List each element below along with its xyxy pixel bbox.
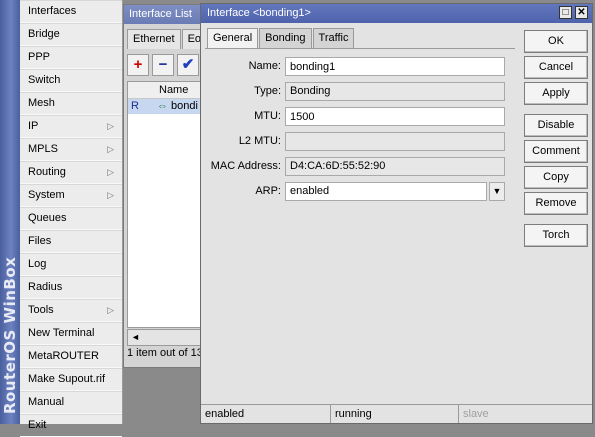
submenu-arrow-icon: ▷	[107, 167, 114, 177]
sidebar-item-log[interactable]: Log	[20, 253, 122, 276]
sidebar-item-label: New Terminal	[28, 327, 95, 339]
sidebar-item-make-supout-rif[interactable]: Make Supout.rif	[20, 368, 122, 391]
sidebar-item-manual[interactable]: Manual	[20, 391, 122, 414]
l2mtu-row: L2 MTU:	[205, 132, 515, 151]
sidebar-item-label: Routing	[28, 166, 66, 178]
dialog-title: Interface <bonding1>	[207, 7, 311, 19]
copy-button[interactable]: Copy	[524, 166, 588, 189]
name-field[interactable]	[285, 57, 505, 76]
row-flag: R	[131, 100, 139, 112]
sidebar-item-radius[interactable]: Radius	[20, 276, 122, 299]
sidebar-item-routing[interactable]: Routing ▷	[20, 161, 122, 184]
column-name[interactable]: Name	[157, 82, 188, 98]
sidebar-item-label: Exit	[28, 419, 47, 431]
comment-button[interactable]: Comment	[524, 140, 588, 163]
arp-label: ARP:	[255, 185, 281, 197]
sidebar-item-label: MetaROUTER	[28, 350, 99, 362]
submenu-arrow-icon: ▷	[107, 121, 114, 131]
add-icon[interactable]: +	[127, 54, 149, 76]
list-status: 1 item out of 13	[127, 347, 203, 359]
sidebar-item-ppp[interactable]: PPP	[20, 46, 122, 69]
interface-dialog: Interface <bonding1> □ ✕ General Bonding T…	[200, 3, 593, 424]
mac-label: MAC Address:	[210, 160, 281, 172]
ok-button[interactable]: OK	[524, 30, 588, 53]
row-name: bondi	[171, 100, 198, 112]
type-field: Bonding	[285, 82, 505, 101]
sidebar-item-exit[interactable]: Exit	[20, 414, 122, 437]
dialog-status-bar: enabled running slave	[201, 404, 592, 423]
remove-icon[interactable]: −	[152, 54, 174, 76]
status-slave: slave	[463, 408, 489, 420]
type-label: Type:	[254, 85, 281, 97]
sidebar-item-label: Bridge	[28, 28, 60, 40]
sidebar-item-label: Manual	[28, 396, 65, 408]
apply-button[interactable]: Apply	[524, 82, 588, 105]
sidebar-item-ip[interactable]: IP ▷	[20, 115, 122, 138]
sidebar-item-label: System	[28, 189, 65, 201]
name-label: Name:	[248, 60, 281, 72]
mac-row: MAC Address: D4:CA:6D:55:52:90	[205, 157, 515, 176]
type-row: Type: Bonding	[205, 82, 515, 101]
sidebar-item-label: Make Supout.rif	[28, 373, 106, 385]
mtu-field[interactable]	[285, 107, 505, 126]
sidebar-item-label: Queues	[28, 212, 67, 224]
mac-field: D4:CA:6D:55:52:90	[285, 157, 505, 176]
maximize-icon[interactable]: □	[559, 6, 572, 19]
bonding-icon: ⇔	[157, 100, 168, 112]
name-row: Name:	[205, 57, 515, 76]
sidebar-item-label: PPP	[28, 51, 51, 63]
tab-traffic[interactable]: Traffic	[312, 28, 355, 48]
tab-general[interactable]: General	[207, 28, 259, 49]
sidebar-item-system[interactable]: System ▷	[20, 184, 122, 207]
dialog-title-bar[interactable]: Interface <bonding1> □ ✕	[201, 4, 592, 23]
l2mtu-label: L2 MTU:	[238, 135, 281, 147]
cancel-button[interactable]: Cancel	[524, 56, 588, 79]
sidebar-item-switch[interactable]: Switch	[20, 69, 122, 92]
dialog-tabs: General Bonding Traffic	[207, 28, 355, 49]
sidebar-item-queues[interactable]: Queues	[20, 207, 122, 230]
sidebar-item-label: Radius	[28, 281, 63, 293]
mtu-row: MTU:	[205, 107, 515, 126]
mtu-label: MTU:	[254, 110, 281, 122]
disable-button[interactable]: Disable	[524, 114, 588, 137]
tab-bonding[interactable]: Bonding	[259, 28, 312, 48]
side-menu: Interfaces Bridge PPP Switch Mesh IP ▷ MPLS ▷ Rou…	[20, 0, 123, 437]
general-form: Name: Type: Bonding MTU: L2 MTU: MAC Add…	[205, 48, 515, 401]
sidebar-item-label: Files	[28, 235, 52, 247]
arp-row: ARP: enabled ▼	[205, 182, 515, 201]
sidebar-item-label: Interfaces	[28, 5, 77, 17]
sidebar-item-new-terminal[interactable]: New Terminal	[20, 322, 122, 345]
submenu-arrow-icon: ▷	[107, 305, 114, 315]
submenu-arrow-icon: ▷	[107, 190, 114, 200]
status-enabled: enabled	[201, 405, 331, 423]
sidebar-item-label: IP	[28, 120, 39, 132]
tab-ethernet[interactable]: Ethernet	[127, 29, 181, 49]
brand-text: RouterOS WinBox	[1, 256, 19, 414]
enable-icon[interactable]: ✔	[177, 54, 199, 76]
l2mtu-field	[285, 132, 505, 151]
sidebar-item-label: MPLS	[28, 143, 58, 155]
status-running: running	[331, 405, 459, 423]
remove-button[interactable]: Remove	[524, 192, 588, 215]
brand-strip: RouterOS WinBox	[0, 0, 20, 424]
sidebar-item-tools[interactable]: Tools ▷	[20, 299, 122, 322]
sidebar-item-label: Switch	[28, 74, 61, 86]
sidebar-item-mpls[interactable]: MPLS ▷	[20, 138, 122, 161]
sidebar-item-mesh[interactable]: Mesh	[20, 92, 122, 115]
sidebar-item-metarouter[interactable]: MetaROUTER	[20, 345, 122, 368]
submenu-arrow-icon: ▷	[107, 144, 114, 154]
sidebar-item-files[interactable]: Files	[20, 230, 122, 253]
arp-select[interactable]: enabled	[285, 182, 487, 201]
interface-list-toolbar: + − ✔	[127, 54, 202, 76]
sidebar-item-label: Mesh	[28, 97, 55, 109]
close-icon[interactable]: ✕	[575, 6, 588, 19]
dropdown-arrow-icon[interactable]: ▼	[489, 182, 505, 201]
sidebar-item-label: Log	[28, 258, 47, 270]
torch-button[interactable]: Torch	[524, 224, 588, 247]
sidebar-item-label: Tools	[28, 304, 54, 316]
sidebar-item-bridge[interactable]: Bridge	[20, 23, 122, 46]
interface-list-tabs: Ethernet Eo	[127, 29, 208, 49]
sidebar-item-interfaces[interactable]: Interfaces	[20, 0, 122, 23]
